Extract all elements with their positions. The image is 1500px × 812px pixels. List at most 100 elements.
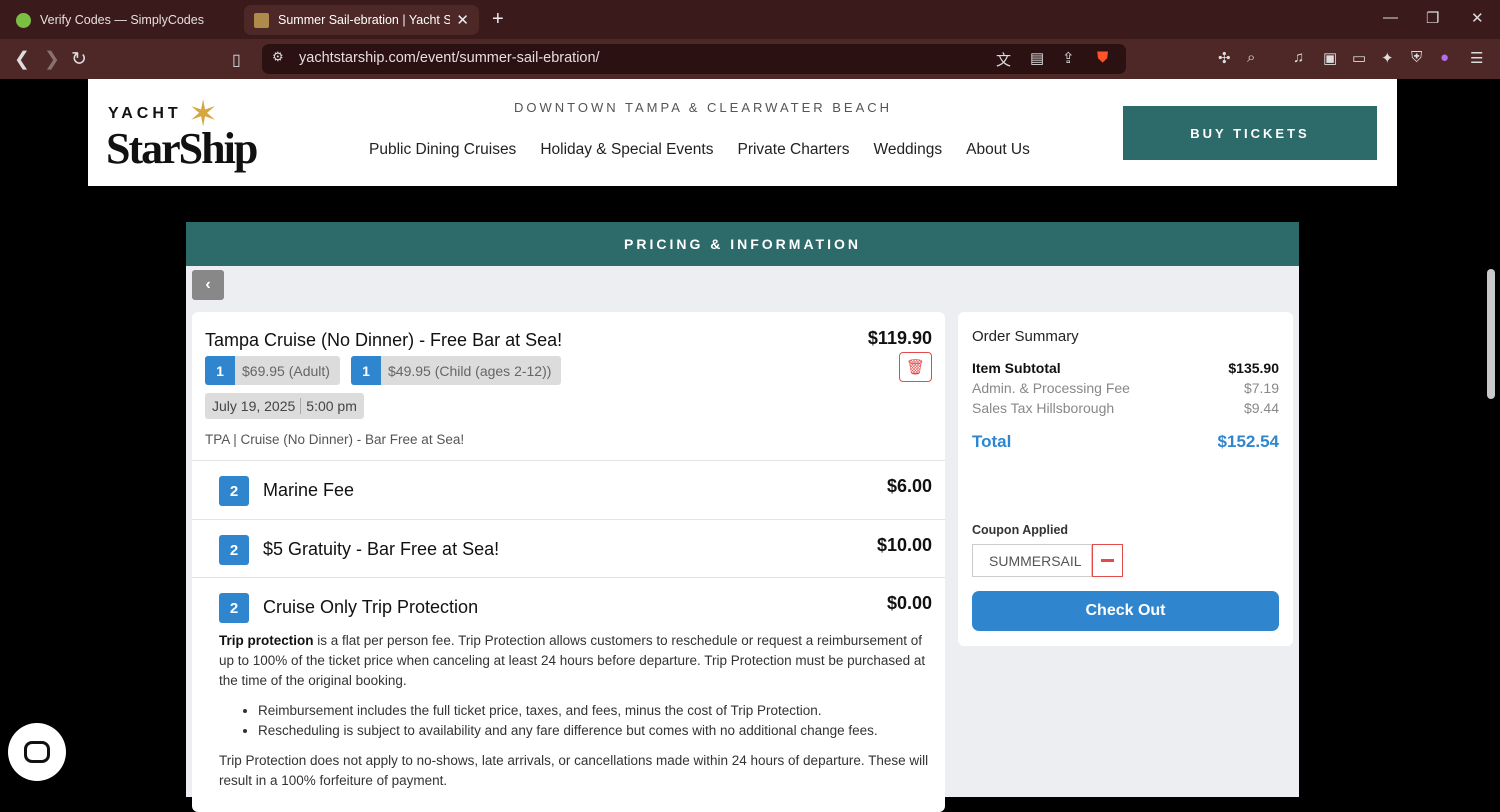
- chat-widget-button[interactable]: [8, 723, 66, 781]
- list-item: Rescheduling is subject to availability …: [258, 721, 933, 741]
- item-title: Tampa Cruise (No Dinner) - Free Bar at S…: [205, 330, 563, 350]
- cart-item-card: Tampa Cruise (No Dinner) - Free Bar at S…: [192, 312, 945, 812]
- bookmark-icon[interactable]: ▯: [232, 50, 241, 70]
- trash-icon: 🗑: [905, 359, 926, 376]
- addon-label: $5 Gratuity - Bar Free at Sea!: [263, 539, 500, 559]
- minus-icon: [1101, 559, 1114, 562]
- url-text[interactable]: yachtstarship.com/event/summer-sail-ebra…: [299, 50, 600, 66]
- coupon-label: Coupon Applied: [972, 523, 1069, 537]
- tax-row: Sales Tax Hillsborough $9.44: [972, 400, 1279, 416]
- menu-icon[interactable]: ☰: [1470, 49, 1483, 67]
- search-tab-icon[interactable]: ⌕: [1247, 49, 1255, 66]
- tagline: DOWNTOWN TAMPA & CLEARWATER BEACH: [514, 100, 893, 115]
- site-info-icon[interactable]: ⚙: [272, 49, 284, 65]
- brave-shield-icon[interactable]: ⛊: [1097, 49, 1108, 66]
- starship-favicon-icon: [254, 12, 269, 28]
- minimize-icon[interactable]: —: [1383, 9, 1398, 26]
- vpn-icon[interactable]: ⛨: [1411, 49, 1422, 66]
- main-nav: Public Dining Cruises Holiday & Special …: [369, 141, 1030, 159]
- trip-protection-lead: Trip protection: [219, 633, 314, 648]
- scrollbar-thumb[interactable]: [1487, 269, 1495, 399]
- addon-label: Cruise Only Trip Protection: [263, 597, 479, 617]
- reader-icon[interactable]: ▤: [1030, 49, 1044, 67]
- profile-icon[interactable]: ●: [1440, 49, 1449, 66]
- forward-icon[interactable]: ❯: [44, 48, 60, 71]
- total-value: $152.54: [1217, 432, 1279, 451]
- coupon-field[interactable]: SUMMERSAIL: [972, 544, 1092, 577]
- item-price: $119.90: [867, 328, 932, 348]
- total-row: Total $152.54: [972, 432, 1279, 452]
- trip-protection-info: Trip protection is a flat per person fee…: [219, 631, 933, 791]
- trip-protection-footer: Trip Protection does not apply to no-sho…: [219, 753, 929, 788]
- addon-qty[interactable]: 2: [219, 535, 249, 565]
- addon-row: 2 Cruise Only Trip Protection $0.00: [192, 577, 945, 636]
- extensions-icon[interactable]: ✣: [1218, 49, 1231, 67]
- share-icon[interactable]: ⇪: [1062, 49, 1075, 67]
- addon-row: 2 Marine Fee $6.00: [192, 460, 945, 519]
- close-window-icon[interactable]: ✕: [1471, 9, 1484, 27]
- addon-label: Marine Fee: [263, 480, 355, 500]
- web-page: YACHT StarShip ✶ DOWNTOWN TAMPA & CLEARW…: [0, 79, 1500, 812]
- fee-row: Admin. & Processing Fee $7.19: [972, 380, 1279, 396]
- browser-tabbar: Verify Codes — SimplyCodes Summer Sail-e…: [0, 0, 1500, 39]
- simplycodes-favicon-icon: [16, 12, 31, 28]
- addon-row: 2 $5 Gratuity - Bar Free at Sea! $10.00: [192, 519, 945, 578]
- tab-title: Verify Codes — SimplyCodes: [40, 13, 204, 27]
- nav-public-dining[interactable]: Public Dining Cruises: [369, 141, 516, 159]
- nav-private-charters[interactable]: Private Charters: [737, 141, 849, 159]
- remove-coupon-button[interactable]: [1092, 544, 1123, 577]
- buy-tickets-button[interactable]: BUY TICKETS: [1123, 106, 1377, 160]
- ticket-adult[interactable]: 1 $69.95 (Adult): [205, 356, 340, 385]
- remove-item-button[interactable]: 🗑: [899, 352, 932, 382]
- subtotal-label: Item Subtotal: [972, 360, 1061, 376]
- tab-simplycodes[interactable]: Verify Codes — SimplyCodes: [6, 5, 240, 35]
- addon-qty[interactable]: 2: [219, 476, 249, 506]
- site-header: YACHT StarShip ✶ DOWNTOWN TAMPA & CLEARW…: [88, 79, 1397, 186]
- list-item: Reimbursement includes the full ticket p…: [258, 701, 933, 721]
- media-icon[interactable]: ♫: [1293, 49, 1304, 66]
- event-date: July 19, 2025: [212, 398, 296, 414]
- addon-amount: $6.00: [886, 476, 932, 496]
- panel-title: PRICING & INFORMATION: [186, 222, 1299, 266]
- subtotal-row: Item Subtotal $135.90: [972, 360, 1279, 376]
- fee-value: $7.19: [1243, 380, 1279, 396]
- addon-amount: $0.00: [886, 593, 932, 613]
- back-button[interactable]: ‹: [192, 270, 224, 300]
- close-tab-icon[interactable]: ✕: [456, 11, 469, 29]
- divider: [300, 398, 302, 414]
- ticket-child[interactable]: 1 $49.95 (Child (ages 2-12)): [351, 356, 562, 385]
- event-time: 5:00 pm: [306, 398, 357, 414]
- event-datetime: July 19, 2025 5:00 pm: [205, 393, 364, 419]
- reload-icon[interactable]: ↻: [71, 48, 87, 71]
- tax-label: Sales Tax Hillsborough: [972, 400, 1115, 416]
- sidebar-icon[interactable]: ▣: [1323, 49, 1337, 67]
- checkout-button[interactable]: Check Out: [972, 591, 1279, 631]
- logo-yacht[interactable]: YACHT: [108, 105, 182, 123]
- nav-about-us[interactable]: About Us: [966, 141, 1030, 159]
- chevron-left-icon: ‹: [205, 276, 211, 293]
- tab-yacht-starship[interactable]: Summer Sail-ebration | Yacht StarShip ✕: [244, 5, 479, 35]
- nav-weddings[interactable]: Weddings: [873, 141, 942, 159]
- order-summary: Order Summary Item Subtotal $135.90 Admi…: [958, 312, 1293, 646]
- trip-protection-text: is a flat per person fee. Trip Protectio…: [219, 633, 926, 688]
- nav-holiday-events[interactable]: Holiday & Special Events: [540, 141, 713, 159]
- addon-amount: $10.00: [876, 535, 932, 555]
- chat-icon: [24, 741, 50, 763]
- new-tab-icon[interactable]: +: [492, 8, 504, 31]
- wallet-icon[interactable]: ▭: [1352, 49, 1366, 67]
- logo-star-icon: ✶: [188, 93, 219, 134]
- tax-value: $9.44: [1243, 400, 1279, 416]
- back-icon[interactable]: ❮: [14, 48, 30, 71]
- ticket-qty: 1: [351, 356, 381, 385]
- restore-icon[interactable]: ❐: [1426, 9, 1439, 27]
- logo-starship[interactable]: StarShip: [106, 123, 258, 174]
- leo-ai-icon[interactable]: ✦: [1381, 49, 1394, 67]
- trip-protection-list: Reimbursement includes the full ticket p…: [258, 701, 933, 741]
- ticket-label: $69.95 (Adult): [242, 362, 330, 379]
- trip-protection-paragraph: Trip protection is a flat per person fee…: [219, 631, 933, 691]
- pricing-panel: PRICING & INFORMATION ‹ Tampa Cruise (No…: [186, 222, 1299, 812]
- translate-icon[interactable]: 文: [996, 49, 1011, 70]
- ticket-label: $49.95 (Child (ages 2-12)): [388, 362, 552, 379]
- addon-qty[interactable]: 2: [219, 593, 249, 623]
- subtotal-value: $135.90: [1228, 360, 1279, 376]
